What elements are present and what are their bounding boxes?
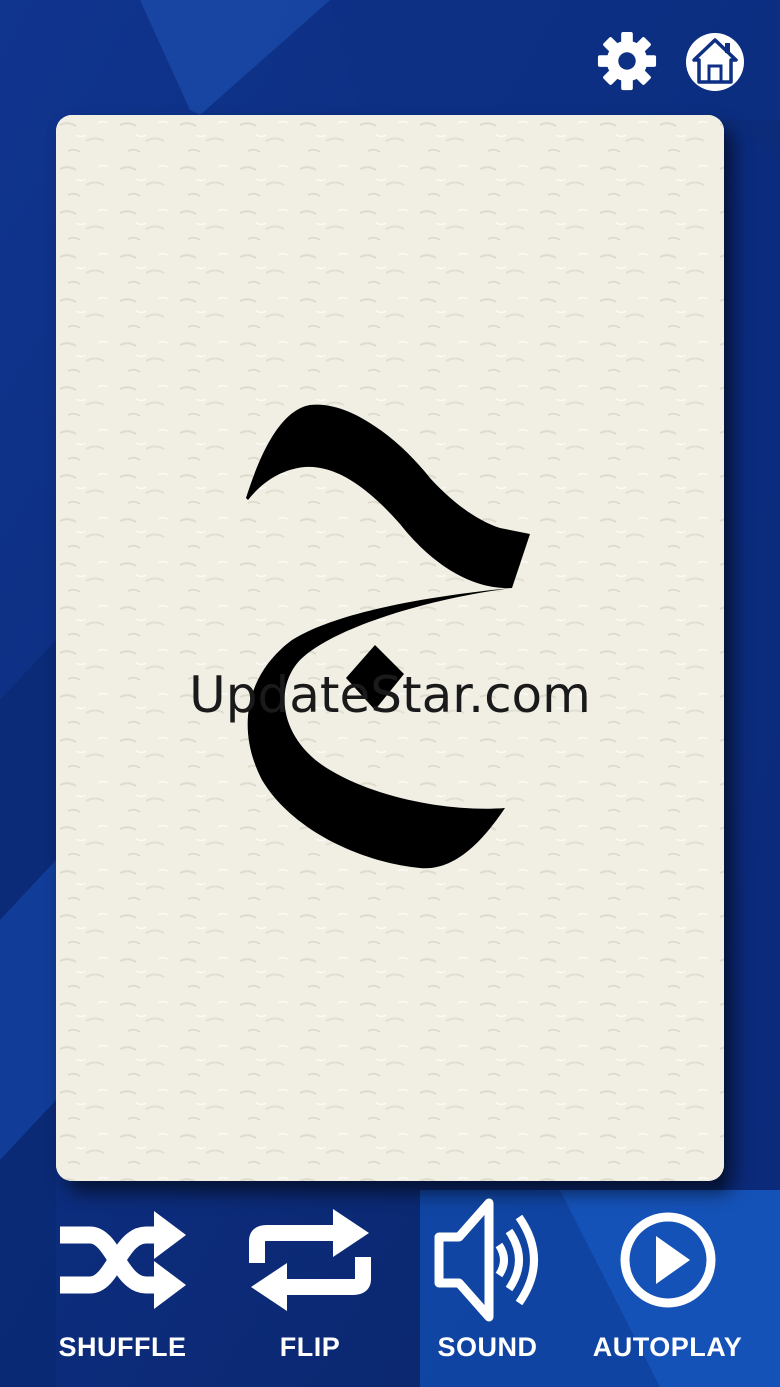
play-icon (620, 1212, 715, 1308)
home-icon (686, 33, 744, 91)
sound-label: SOUND (437, 1332, 538, 1362)
home-button[interactable] (680, 26, 750, 96)
speaker-icon (434, 1198, 538, 1322)
shuffle-icon (59, 1211, 186, 1309)
gear-icon (597, 31, 657, 91)
bottom-toolbar: SHUFFLE FLIP SOUND AUTOPLAY (0, 1190, 780, 1387)
flip-button[interactable]: FLIP (235, 1190, 385, 1387)
flip-label: FLIP (279, 1332, 341, 1362)
shuffle-button[interactable]: SHUFFLE (45, 1190, 200, 1387)
shuffle-label: SHUFFLE (58, 1332, 187, 1362)
autoplay-button[interactable]: AUTOPLAY (585, 1190, 750, 1387)
autoplay-label: AUTOPLAY (592, 1332, 743, 1362)
flip-icon (249, 1209, 371, 1311)
letter-glyph (246, 404, 530, 869)
flash-card[interactable] (56, 115, 724, 1181)
settings-button[interactable] (592, 26, 662, 96)
sound-button[interactable]: SOUND (420, 1190, 555, 1387)
